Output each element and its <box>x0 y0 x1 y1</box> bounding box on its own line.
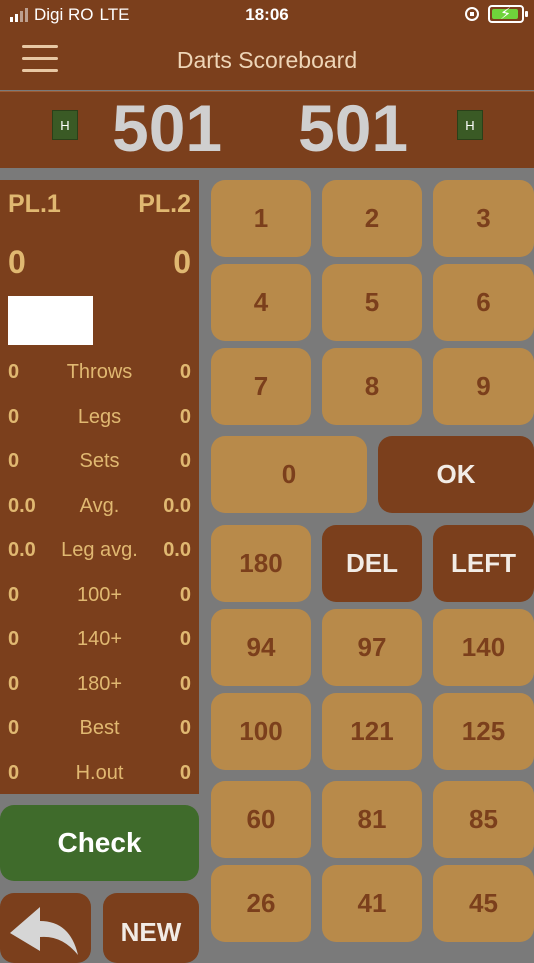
stat-label: H.out <box>75 762 124 784</box>
quick-key-45[interactable]: 45 <box>433 865 534 942</box>
stat-p2: 0 <box>179 762 191 784</box>
stat-row-100plus: 0 100+ 0 <box>0 584 199 614</box>
player2-label: PL.2 <box>138 190 191 218</box>
quick-key-85[interactable]: 85 <box>433 781 534 858</box>
key-4[interactable]: 4 <box>211 264 311 341</box>
stat-label: Sets <box>79 450 120 472</box>
name-input[interactable] <box>8 296 93 345</box>
key-2[interactable]: 2 <box>322 180 422 257</box>
quick-key-97[interactable]: 97 <box>322 609 422 686</box>
stat-p2: 0 <box>179 584 191 606</box>
quick-key-41[interactable]: 41 <box>322 865 422 942</box>
stat-row-best: 0 Best 0 <box>0 717 199 747</box>
stat-row-140plus: 0 140+ 0 <box>0 628 199 658</box>
stat-row-legs: 0 Legs 0 <box>0 406 199 436</box>
key-5[interactable]: 5 <box>322 264 422 341</box>
p1-score: 501 <box>112 91 223 165</box>
p2-score: 501 <box>298 91 409 165</box>
status-right: ⚡ <box>464 5 528 23</box>
quick-key-94[interactable]: 94 <box>211 609 311 686</box>
stat-row-leg-avg: 0.0 Leg avg. 0.0 <box>0 539 199 569</box>
stat-label: 100+ <box>76 584 123 606</box>
app-header: Darts Scoreboard <box>0 30 534 90</box>
ok-button[interactable]: OK <box>378 436 534 513</box>
stat-p2: 0 <box>179 717 191 739</box>
undo-button[interactable] <box>0 893 91 963</box>
stat-label: 180+ <box>76 673 123 695</box>
quick-key-26[interactable]: 26 <box>211 865 311 942</box>
player2-points: 0 <box>173 244 191 280</box>
stats-panel: PL.1 PL.2 0 0 0 Throws 0 0 Legs 0 0 Sets… <box>0 180 199 794</box>
left-button[interactable]: LEFT <box>433 525 534 602</box>
undo-arrow-icon <box>10 907 78 955</box>
rotation-lock-icon <box>465 7 479 21</box>
quick-key-60[interactable]: 60 <box>211 781 311 858</box>
quick-key-121[interactable]: 121 <box>322 693 422 770</box>
key-3[interactable]: 3 <box>433 180 534 257</box>
player1-label: PL.1 <box>8 190 61 218</box>
stat-row-hout: 0 H.out 0 <box>0 762 199 792</box>
stat-label: Throws <box>66 361 133 383</box>
clock: 18:06 <box>245 5 289 24</box>
key-1[interactable]: 1 <box>211 180 311 257</box>
stat-p2: 0 <box>179 406 191 428</box>
key-7[interactable]: 7 <box>211 348 311 425</box>
new-game-button[interactable]: NEW <box>103 893 199 963</box>
key-6[interactable]: 6 <box>433 264 534 341</box>
player1-points: 0 <box>8 244 26 280</box>
stat-label: Best <box>79 717 120 739</box>
quick-key-100[interactable]: 100 <box>211 693 311 770</box>
stat-row-sets: 0 Sets 0 <box>0 450 199 480</box>
check-button[interactable]: Check <box>0 805 199 881</box>
stat-row-throws: 0 Throws 0 <box>0 361 199 391</box>
p1-handicap-badge[interactable]: H <box>52 110 78 140</box>
key-0[interactable]: 0 <box>211 436 367 513</box>
key-9[interactable]: 9 <box>433 348 534 425</box>
stat-p2: 0 <box>179 450 191 472</box>
stat-p2: 0 <box>179 628 191 650</box>
page-title: Darts Scoreboard <box>176 47 358 73</box>
stat-p2: 0.0 <box>163 539 191 561</box>
quick-key-125[interactable]: 125 <box>433 693 534 770</box>
key-180[interactable]: 180 <box>211 525 311 602</box>
stat-row-180plus: 0 180+ 0 <box>0 673 199 703</box>
status-bar: Digi RO LTE 18:06 ⚡ <box>0 0 534 30</box>
quick-key-81[interactable]: 81 <box>322 781 422 858</box>
p2-handicap-badge[interactable]: H <box>457 110 483 140</box>
stat-label: 140+ <box>76 628 123 650</box>
stat-label: Legs <box>77 406 122 428</box>
battery-icon: ⚡ <box>488 5 528 23</box>
stat-p2: 0 <box>179 673 191 695</box>
delete-button[interactable]: DEL <box>322 525 422 602</box>
stat-row-avg: 0.0 Avg. 0.0 <box>0 495 199 525</box>
key-8[interactable]: 8 <box>322 348 422 425</box>
stat-p2: 0.0 <box>163 495 191 517</box>
stat-p2: 0 <box>179 361 191 383</box>
quick-key-140[interactable]: 140 <box>433 609 534 686</box>
score-bar: H 501 501 H <box>0 91 534 168</box>
